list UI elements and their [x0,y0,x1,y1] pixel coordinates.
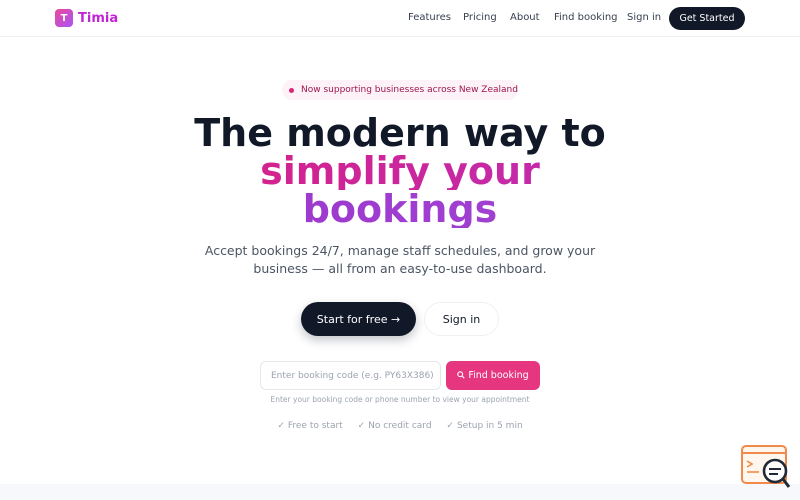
nav-link-about[interactable]: About [510,12,540,23]
get-started-button[interactable]: Get Started [669,7,745,30]
hero-title-line-1: The modern way to [194,111,606,155]
brand-logo[interactable]: T Timia [55,9,118,27]
sign-in-button[interactable]: Sign in [424,302,499,336]
hero-subtitle-line-2: business — all from an easy-to-use dashb… [253,261,547,276]
brand-name: Timia [78,10,119,26]
perk-item: ✓ No credit card [357,421,432,431]
perk-item: ✓ Free to start [277,421,343,431]
check-icon: ✓ [277,421,285,431]
start-for-free-button[interactable]: Start for free → [301,302,416,336]
badge-dot-icon [289,87,294,93]
nav-link-features[interactable]: Features [408,12,451,23]
top-navbar: T Timia Features Pricing About Find book… [0,0,800,37]
nav-link-pricing[interactable]: Pricing [463,12,497,23]
check-icon: ✓ [446,421,454,431]
find-booking-label: Find booking [468,370,529,381]
announcement-badge: Now supporting businesses across New Zea… [282,80,518,100]
perk-item: ✓ Setup in 5 min [446,421,523,431]
perks-list: ✓ Free to start ✓ No credit card ✓ Setup in… [0,421,800,431]
hero-title-line-2: simplify your [0,152,800,190]
hero-title-line-3: bookings [0,190,800,228]
hero-subtitle-line-1: Accept bookings 24/7, manage staff sched… [204,243,596,258]
check-icon: ✓ [357,421,366,431]
nav-link-find-booking[interactable]: Find booking [554,12,618,23]
search-icon [457,370,465,381]
chat-widget-icon[interactable] [741,445,791,489]
next-section-edge [0,484,800,500]
nav-link-sign-in[interactable]: Sign in [627,12,661,23]
find-booking-button[interactable]: Find booking [446,361,540,390]
logo-mark-icon: T [55,9,73,27]
booking-code-input[interactable] [260,361,441,390]
badge-text: Now supporting businesses across New Zea… [301,85,518,95]
booking-helper-text: Enter your booking code or phone number … [270,395,530,404]
